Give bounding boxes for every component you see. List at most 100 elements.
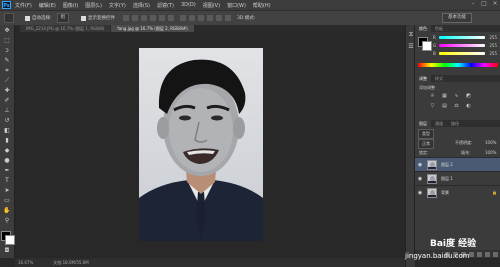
document-size: 文档:18.0M/55.6M [53,259,89,265]
hand-tool-icon[interactable]: ✋ [3,207,11,214]
quick-select-tool-icon[interactable]: ✎ [3,57,11,64]
close-icon[interactable]: × [492,1,498,7]
menu-view[interactable]: 视图(V) [203,2,220,9]
layer-row[interactable]: ◉ 图层 1 [415,171,500,185]
align-bottom-icon[interactable] [141,15,148,21]
color-spectrum[interactable] [418,63,498,67]
menu-filter[interactable]: 滤镜(T) [157,2,174,9]
pen-tool-icon[interactable]: ✒ [3,167,11,174]
menu-layer[interactable]: 图层(L) [85,2,102,9]
r-slider[interactable] [439,36,485,39]
black-white-icon[interactable]: ◐ [465,103,472,109]
menu-select[interactable]: 选择(S) [133,2,150,9]
r-value[interactable]: 255 [487,35,497,40]
visibility-eye-icon[interactable]: ◉ [417,176,423,182]
distribute-bottom-icon[interactable] [198,15,205,21]
zoom-level[interactable]: 16.67% [18,260,33,265]
menu-type[interactable]: 文字(Y) [109,2,126,9]
marquee-tool-icon[interactable]: ⬚ [3,37,11,44]
delete-layer-icon[interactable] [493,251,498,257]
align-middle-icon[interactable] [132,15,139,21]
b-value[interactable]: 255 [487,51,497,56]
blur-tool-icon[interactable]: ◆ [3,147,11,154]
tab-paths[interactable]: 路径 [447,120,463,127]
g-value[interactable]: 255 [487,43,497,48]
opacity-value[interactable]: 100% [485,140,496,145]
b-slider[interactable] [439,52,485,55]
tab-layers[interactable]: 图层 [415,120,431,127]
history-brush-tool-icon[interactable]: ↺ [3,117,11,124]
visibility-eye-icon[interactable]: ◉ [417,190,423,196]
eraser-tool-icon[interactable]: ◧ [3,127,11,134]
healing-brush-tool-icon[interactable]: ✚ [3,87,11,94]
tab-color[interactable]: 颜色 [415,25,431,32]
gradient-tool-icon[interactable]: ▮ [3,137,11,144]
workspace-switcher[interactable]: 基本功能 [442,13,472,23]
maximize-icon[interactable]: □ [481,1,487,7]
distribute-right-icon[interactable] [225,15,232,21]
crop-tool-icon[interactable]: ⌗ [3,67,11,74]
zoom-tool-icon[interactable]: ⚲ [3,217,11,224]
visibility-eye-icon[interactable]: ◉ [417,162,423,168]
menu-bar: Ps 文件(F) 编辑(E) 图像(I) 图层(L) 文字(Y) 选择(S) 滤… [0,0,500,10]
eyedropper-tool-icon[interactable]: ⟋ [3,77,11,84]
menu-3d[interactable]: 3D(D) [181,2,196,8]
menu-window[interactable]: 窗口(W) [227,2,246,9]
show-transform-checkbox[interactable] [81,15,87,21]
distribute-top-icon[interactable] [180,15,187,21]
menu-edit[interactable]: 编辑(E) [39,2,56,9]
hue-saturation-icon[interactable]: ▤ [441,103,448,109]
show-transform-label: 显示变换控件 [88,16,116,21]
type-tool-icon[interactable]: T [3,177,11,184]
levels-icon[interactable]: ▦ [441,93,448,99]
exposure-icon[interactable]: ◩ [465,93,472,99]
color-panel: 颜色 色板 R 255 G 255 B 255 [414,25,500,75]
menu-image[interactable]: 图像(I) [63,2,78,9]
clone-stamp-tool-icon[interactable]: ⊥ [3,107,11,114]
new-layer-icon[interactable] [485,251,490,257]
brush-tool-icon[interactable]: ✐ [3,97,11,104]
vibrance-icon[interactable]: ▽ [429,103,436,109]
document-tab-active[interactable]: fang.jpg @ 16.7% (图层 2, RGB/8#) [111,25,194,32]
g-slider[interactable] [439,44,485,47]
distribute-center-icon[interactable] [216,15,223,21]
move-tool-preset-icon[interactable] [4,13,14,23]
new-group-icon[interactable] [477,251,482,257]
status-bar: 16.67% 文档:18.0M/55.6M [15,258,405,267]
baidu-jingyan-watermark: Bai度 经验 [430,239,477,249]
align-left-icon[interactable] [150,15,157,21]
align-right-icon[interactable] [168,15,175,21]
curves-icon[interactable]: ∿ [453,93,460,99]
minimize-icon[interactable]: – [470,1,476,7]
auto-select-checkbox[interactable] [25,15,30,21]
color-bg-swatch[interactable] [422,41,432,51]
auto-select-dropdown[interactable]: 组 [56,13,70,23]
rectangle-tool-icon[interactable]: ▭ [3,197,11,204]
menu-help[interactable]: 帮助(H) [253,2,271,9]
menu-file[interactable]: 文件(F) [15,2,32,9]
move-tool-icon[interactable]: ✥ [3,27,11,34]
tab-adjustments[interactable]: 调整 [415,75,431,82]
align-center-icon[interactable] [159,15,166,21]
fill-value[interactable]: 100% [485,150,496,155]
lasso-tool-icon[interactable]: ↄ [3,47,11,54]
background-color-swatch[interactable] [5,235,15,245]
tools-panel: ✥ ⬚ ↄ ✎ ⌗ ⟋ ✚ ✐ ⊥ ↺ ◧ ▮ ◆ ● ✒ T ➤ ▭ ✋ ⚲ … [0,25,15,258]
distribute-left-icon[interactable] [207,15,214,21]
layer-row-selected[interactable]: ◉ 图层 2 [415,157,500,171]
layer-row[interactable]: ◉ 背景 🔒 [415,185,500,199]
distribute-middle-icon[interactable] [189,15,196,21]
tab-swatches[interactable]: 色板 [431,25,447,32]
layer-filter-kind[interactable]: 类型 [418,129,434,139]
align-top-icon[interactable] [123,15,130,21]
document-tab[interactable]: IMG_2214.JPG @ 16.7% (图层 1, RGB/8) [20,25,111,32]
quick-mask-icon[interactable]: ◘ [3,247,11,254]
brightness-icon[interactable]: ☼ [429,93,436,99]
path-select-tool-icon[interactable]: ➤ [3,187,11,194]
tab-channels[interactable]: 通道 [431,120,447,127]
color-balance-icon[interactable]: ⚖ [453,103,460,109]
blend-mode-select[interactable]: 正常 [418,139,434,149]
document-canvas-photo[interactable] [139,48,263,241]
dodge-tool-icon[interactable]: ● [3,157,11,164]
tab-styles[interactable]: 样式 [431,75,447,82]
